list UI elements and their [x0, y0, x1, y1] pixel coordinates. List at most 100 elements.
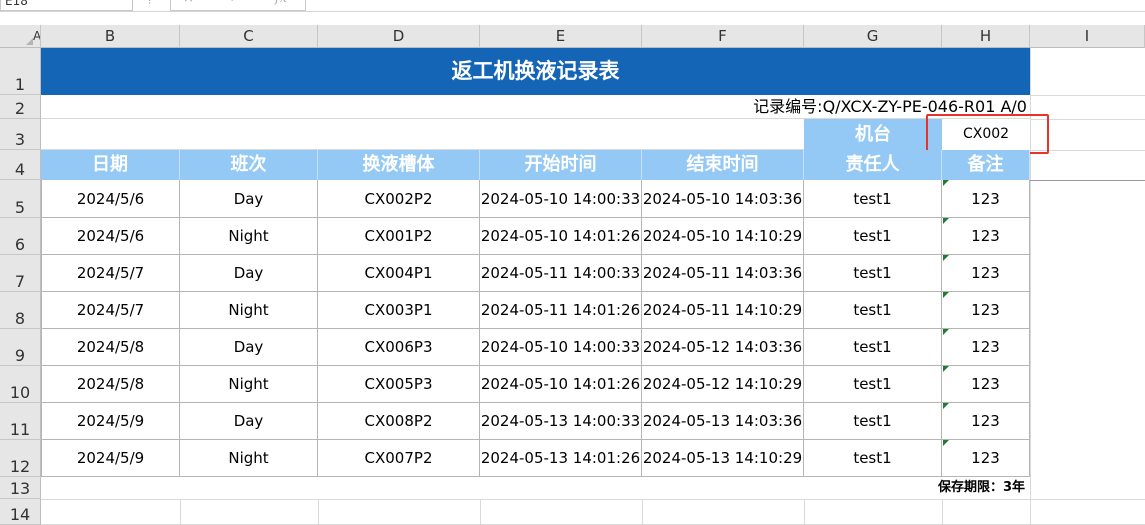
row-header-7[interactable]: 7 — [0, 255, 41, 292]
cell-tank[interactable]: CX008P2 — [318, 403, 480, 440]
cell-end-time[interactable]: 2024-05-12 14:10:29 — [642, 366, 804, 403]
cell-start-time[interactable]: 2024-05-13 14:00:33 — [480, 403, 642, 440]
row-header-1[interactable]: 1 — [0, 48, 41, 95]
column-header-e[interactable]: E — [480, 25, 642, 48]
cancel-icon[interactable]: × — [183, 0, 194, 6]
cell-tank[interactable]: CX005P3 — [318, 366, 480, 403]
row-header-2[interactable]: 2 — [0, 95, 41, 119]
column-header-i[interactable]: I — [1030, 25, 1145, 48]
column-title-tank[interactable]: 换液槽体 — [318, 150, 480, 180]
cell-date[interactable]: 2024/5/9 — [41, 403, 180, 440]
row-header-13[interactable]: 13 — [0, 477, 41, 499]
retention-note[interactable]: 保存期限：3年 — [41, 477, 1027, 499]
formula-bar: E18 ⁝ × ✓ fx — [0, 0, 1145, 12]
cell-remark[interactable]: 123 — [942, 329, 1030, 366]
cell-tank[interactable]: CX004P1 — [318, 255, 480, 292]
cell-owner[interactable]: test1 — [804, 366, 942, 403]
cell-tank[interactable]: CX001P2 — [318, 218, 480, 255]
cell-owner[interactable]: test1 — [804, 329, 942, 366]
cell-owner[interactable]: test1 — [804, 292, 942, 329]
row-number: 1 — [14, 75, 26, 94]
cell-date[interactable]: 2024/5/9 — [41, 440, 180, 477]
cell-start-time[interactable]: 2024-05-11 14:00:33 — [480, 255, 642, 292]
cell-remark[interactable]: 123 — [942, 180, 1030, 218]
cell-end-time[interactable]: 2024-05-13 14:03:36 — [642, 403, 804, 440]
column-header-h[interactable]: H — [942, 25, 1030, 48]
cell-date[interactable]: 2024/5/6 — [41, 218, 180, 255]
cell-date[interactable]: 2024/5/7 — [41, 255, 180, 292]
cell-shift[interactable]: Day — [180, 329, 318, 366]
column-header-a[interactable]: A — [33, 25, 41, 48]
cell-tank[interactable]: CX003P1 — [318, 292, 480, 329]
cell-end-time[interactable]: 2024-05-12 14:03:36 — [642, 329, 804, 366]
cell-end-time[interactable]: 2024-05-11 14:03:36 — [642, 255, 804, 292]
sheet-title[interactable]: 返工机换液记录表 — [41, 48, 1030, 95]
cell-owner[interactable]: test1 — [804, 403, 942, 440]
column-title-owner[interactable]: 责任人 — [804, 150, 942, 180]
row-header-14[interactable]: 14 — [0, 499, 41, 525]
row-header-10[interactable]: 10 — [0, 366, 41, 403]
cell-remark[interactable]: 123 — [942, 440, 1030, 477]
cell-start-time[interactable]: 2024-05-11 14:01:26 — [480, 292, 642, 329]
cell-shift[interactable]: Day — [180, 180, 318, 218]
cell-remark[interactable]: 123 — [942, 292, 1030, 329]
cell-end-time[interactable]: 2024-05-13 14:10:29 — [642, 440, 804, 477]
cell-start-time[interactable]: 2024-05-10 14:01:26 — [480, 218, 642, 255]
cell-remark[interactable]: 123 — [942, 366, 1030, 403]
cell-owner[interactable]: test1 — [804, 255, 942, 292]
cell-tank[interactable]: CX006P3 — [318, 329, 480, 366]
column-title-shift[interactable]: 班次 — [180, 150, 318, 180]
column-header-f[interactable]: F — [642, 25, 804, 48]
machine-label[interactable]: 机台 — [804, 119, 942, 150]
row-header-12[interactable]: 12 — [0, 440, 41, 477]
cell-start-time[interactable]: 2024-05-10 14:01:26 — [480, 366, 642, 403]
cell-tank[interactable]: CX007P2 — [318, 440, 480, 477]
cell-end-time[interactable]: 2024-05-11 14:10:29 — [642, 292, 804, 329]
column-header-b[interactable]: B — [41, 25, 180, 48]
record-number[interactable]: 记录编号:Q/XCX-ZY-PE-046-R01 A/0 — [41, 95, 1029, 119]
name-box[interactable]: E18 — [0, 0, 133, 11]
cell-owner[interactable]: test1 — [804, 218, 942, 255]
enter-icon[interactable]: ✓ — [229, 0, 240, 6]
cell-start-time[interactable]: 2024-05-10 14:00:33 — [480, 329, 642, 366]
row-header-11[interactable]: 11 — [0, 403, 41, 440]
cell-end-time[interactable]: 2024-05-10 14:10:29 — [642, 218, 804, 255]
column-header-c[interactable]: C — [180, 25, 318, 48]
cell-start-time[interactable]: 2024-05-13 14:01:26 — [480, 440, 642, 477]
row-header-5[interactable]: 5 — [0, 180, 41, 218]
cell-remark[interactable]: 123 — [942, 218, 1030, 255]
row-header-8[interactable]: 8 — [0, 292, 41, 329]
cell-shift[interactable]: Night — [180, 292, 318, 329]
gridline-vertical — [480, 499, 481, 525]
function-icon[interactable]: fx — [275, 0, 287, 6]
row-header-4[interactable]: 4 — [0, 150, 41, 180]
cell-remark[interactable]: 123 — [942, 403, 1030, 440]
cell-shift[interactable]: Night — [180, 218, 318, 255]
column-title-remark[interactable]: 备注 — [942, 150, 1030, 180]
number-as-text-flag-icon — [943, 329, 949, 335]
cell-end-time[interactable]: 2024-05-10 14:03:36 — [642, 180, 804, 218]
cell-shift[interactable]: Day — [180, 403, 318, 440]
cell-owner[interactable]: test1 — [804, 180, 942, 218]
row-header-6[interactable]: 6 — [0, 218, 41, 255]
cell-tank[interactable]: CX002P2 — [318, 180, 480, 218]
cell-start-time[interactable]: 2024-05-10 14:00:33 — [480, 180, 642, 218]
row-header-9[interactable]: 9 — [0, 329, 41, 366]
cell-remark[interactable]: 123 — [942, 255, 1030, 292]
cell-date[interactable]: 2024/5/7 — [41, 292, 180, 329]
cell-date[interactable]: 2024/5/8 — [41, 366, 180, 403]
number-as-text-flag-icon — [943, 403, 949, 409]
cell-date[interactable]: 2024/5/8 — [41, 329, 180, 366]
cell-date[interactable]: 2024/5/6 — [41, 180, 180, 218]
cell-shift[interactable]: Night — [180, 366, 318, 403]
cell-shift[interactable]: Night — [180, 440, 318, 477]
row-header-3[interactable]: 3 — [0, 119, 41, 150]
row-number: 2 — [14, 99, 26, 118]
column-title-date[interactable]: 日期 — [41, 150, 180, 180]
cell-shift[interactable]: Day — [180, 255, 318, 292]
column-title-start-time[interactable]: 开始时间 — [480, 150, 642, 180]
column-title-end-time[interactable]: 结束时间 — [642, 150, 804, 180]
cell-owner[interactable]: test1 — [804, 440, 942, 477]
column-header-g[interactable]: G — [804, 25, 942, 48]
column-header-d[interactable]: D — [318, 25, 480, 48]
